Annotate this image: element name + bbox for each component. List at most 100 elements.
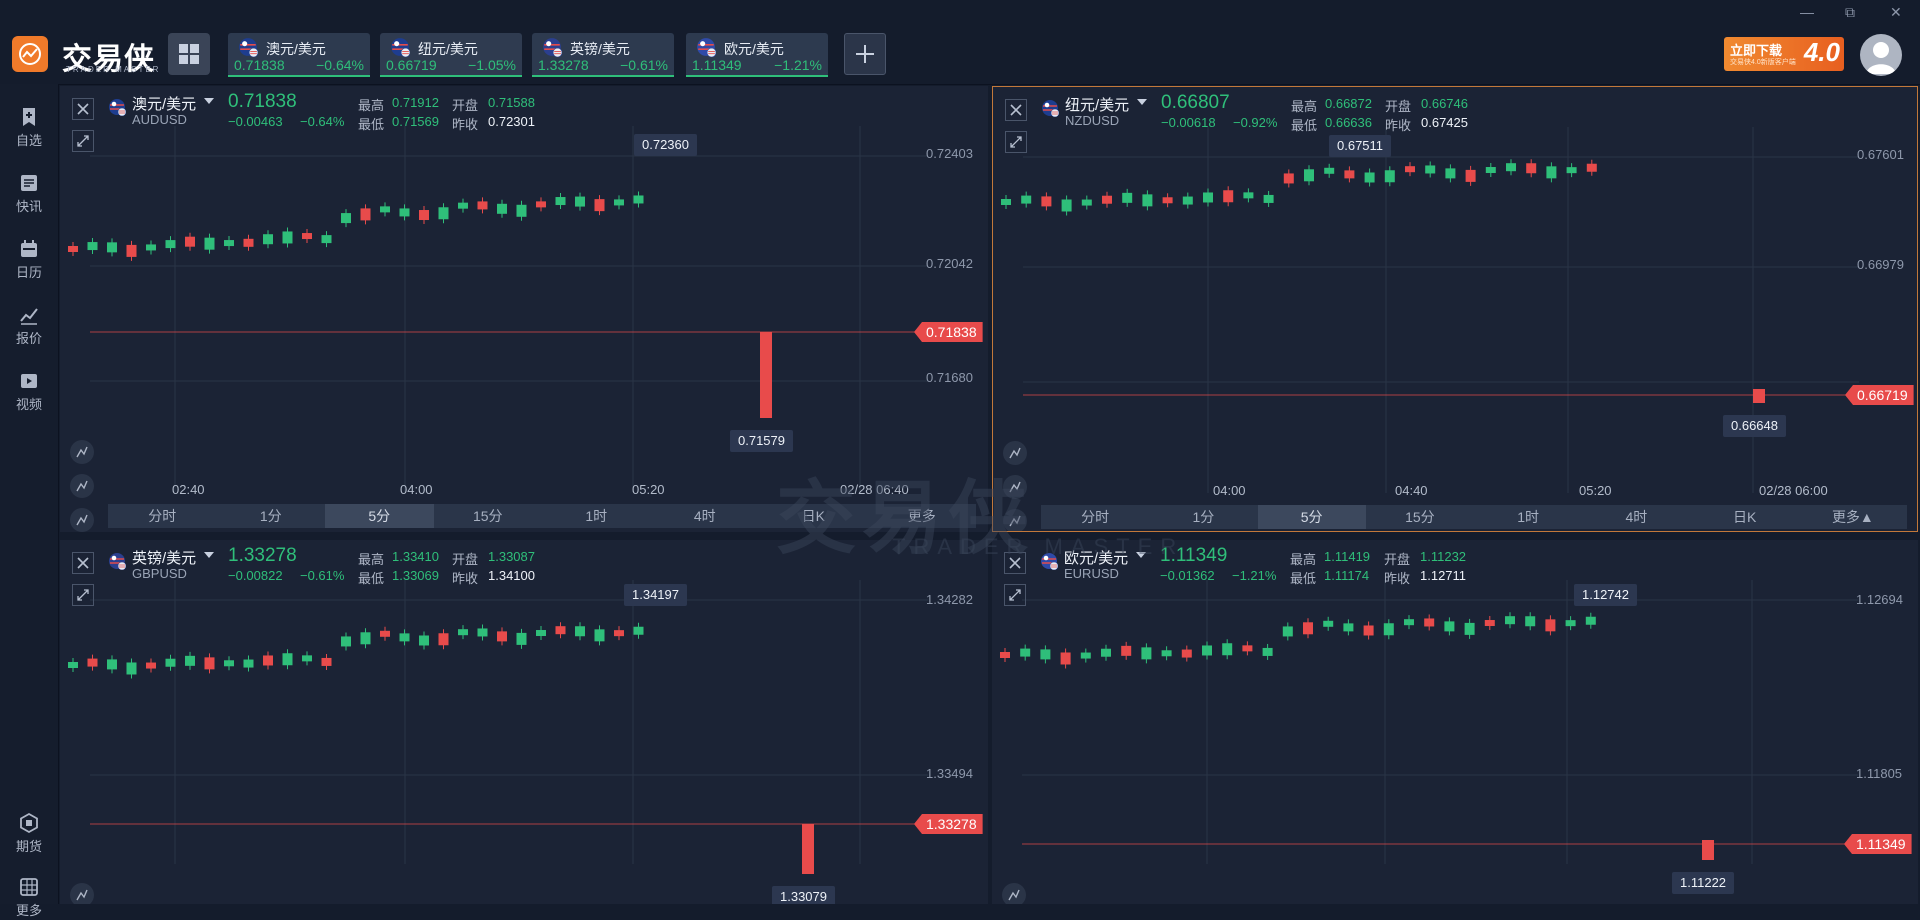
candlestick-chart[interactable] [993, 87, 1918, 532]
bookmark-plus-icon [0, 106, 58, 128]
pair-name[interactable]: 英镑/美元 [132, 547, 196, 568]
y-axis-label: 0.72042 [926, 256, 973, 271]
last-candle [760, 332, 772, 418]
chevron-down-icon[interactable] [204, 552, 214, 558]
pair-name[interactable]: 纽元/美元 [1065, 94, 1129, 115]
current-price-tag: 0.66719 [1845, 385, 1914, 405]
chart-tool-button[interactable] [70, 508, 94, 532]
price-change: −0.01362 [1160, 568, 1215, 583]
add-chart-button[interactable] [844, 33, 886, 75]
pair-code: AUDUSD [132, 112, 187, 127]
chevron-down-icon[interactable] [1136, 552, 1146, 558]
last-price: 1.11349 [1160, 545, 1228, 566]
layout-grid-button[interactable] [168, 33, 210, 75]
candlestick-chart[interactable] [60, 86, 988, 532]
period-option[interactable]: 4时 [651, 504, 760, 528]
indicator-icon [1009, 447, 1021, 459]
pair-name[interactable]: 欧元/美元 [1064, 547, 1128, 568]
sidebar-item-0[interactable]: 自选 [0, 94, 58, 150]
last-candle [1753, 389, 1765, 403]
minimize-icon[interactable]: — [1800, 4, 1814, 20]
pair-tab-price: 0.66719 [386, 57, 437, 73]
candlestick-chart[interactable] [60, 540, 988, 904]
chart-tool-button[interactable] [70, 883, 94, 904]
open-label: 开盘 [1385, 99, 1412, 114]
period-option[interactable]: 15分 [434, 504, 543, 528]
period-option[interactable]: 日K [759, 504, 868, 528]
last-candle [802, 824, 814, 874]
prev-close-label: 昨收 [452, 571, 479, 586]
close-panel-button[interactable] [1004, 552, 1026, 574]
chart-tool-button[interactable] [1002, 883, 1026, 904]
sidebar-item-6[interactable]: 更多 [0, 864, 58, 920]
period-selector: 分时 1分 5分 15分 1时 4时 日K 更多 [108, 504, 976, 528]
close-window-icon[interactable]: ✕ [1890, 4, 1902, 21]
chart-tool-button[interactable] [1003, 441, 1027, 465]
top-bar: — ⧉ ✕ 交易侠 TRADER MASTER 立即下载 交易侠4.0新版客户端… [0, 0, 1920, 85]
expand-panel-button[interactable] [1004, 584, 1026, 606]
close-panel-button[interactable] [1005, 99, 1027, 121]
chevron-down-icon[interactable] [1137, 99, 1147, 105]
expand-panel-button[interactable] [72, 584, 94, 606]
pair-tab[interactable]: 欧元/美元 1.11349 −1.21% [686, 33, 828, 77]
period-option[interactable]: 1分 [1149, 505, 1257, 529]
indicator-icon [1008, 889, 1020, 901]
user-avatar[interactable] [1860, 34, 1902, 76]
period-option[interactable]: 5分 [1257, 505, 1366, 529]
pair-tab[interactable]: 澳元/美元 0.71838 −0.64% [228, 33, 370, 77]
chart-tool-button[interactable] [1003, 509, 1027, 531]
sidebar-item-label: 更多 [15, 903, 42, 918]
sidebar-item-5[interactable]: 期货 [0, 800, 58, 856]
candlestick-chart[interactable] [992, 540, 1918, 904]
period-option[interactable]: 分时 [1041, 505, 1149, 529]
period-option[interactable]: 1分 [217, 504, 326, 528]
open-label: 开盘 [452, 98, 479, 113]
pair-name[interactable]: 澳元/美元 [132, 93, 196, 114]
period-option[interactable]: 分时 [108, 504, 217, 528]
period-option[interactable]: 日K [1691, 505, 1799, 529]
chart-panel-nzdusd[interactable]: 纽元/美元 NZDUSD 0.66807 −0.00618 −0.92% 最高 0.6687… [992, 86, 1918, 532]
period-option[interactable]: 更多 [868, 504, 977, 528]
close-panel-button[interactable] [72, 552, 94, 574]
pair-tab[interactable]: 英镑/美元 1.33278 −0.61% [532, 33, 674, 77]
open-label: 开盘 [452, 552, 479, 567]
pair-tab-name: 澳元/美元 [266, 41, 326, 57]
expand-panel-button[interactable] [72, 130, 94, 152]
flag-gb-icon [108, 552, 127, 573]
period-option[interactable]: 15分 [1366, 505, 1474, 529]
period-option[interactable]: 4时 [1582, 505, 1690, 529]
sidebar-item-2[interactable]: 日历 [0, 226, 58, 282]
download-promo-banner[interactable]: 立即下载 交易侠4.0新版客户端 4.0 [1724, 37, 1844, 71]
expand-panel-button[interactable] [1005, 131, 1027, 153]
pair-tab-change: −0.64% [316, 57, 364, 73]
high-value: 0.66872 [1325, 96, 1372, 111]
sidebar-item-label: 报价 [15, 331, 42, 346]
grid-layout-icon [179, 44, 199, 64]
period-option[interactable]: 更多▲ [1799, 505, 1907, 529]
indicator-icon [76, 889, 88, 901]
chevron-down-icon[interactable] [204, 98, 214, 104]
period-option[interactable]: 1时 [542, 504, 651, 528]
y-axis-label: 0.71680 [926, 370, 973, 385]
chart-panel-eurusd[interactable]: 欧元/美元 EURUSD 1.11349 −0.01362 −1.21% 最高 1.1141… [992, 540, 1918, 904]
pair-tab-change: −1.05% [468, 57, 516, 73]
restore-icon[interactable]: ⧉ [1845, 4, 1855, 21]
chart-panel-gbpusd[interactable]: 英镑/美元 GBPUSD 1.33278 −0.00822 −0.61% 最高 1.3341… [60, 540, 988, 904]
high-value: 1.33410 [392, 549, 439, 564]
y-axis-label: 0.72403 [926, 146, 973, 161]
chart-tool-button[interactable] [1003, 475, 1027, 499]
price-change-pct: −0.92% [1233, 115, 1278, 130]
close-panel-button[interactable] [72, 98, 94, 120]
high-label: 最高 [358, 98, 385, 113]
expand-icon [1010, 136, 1022, 148]
period-option[interactable]: 1时 [1474, 505, 1582, 529]
sidebar-item-1[interactable]: 快讯 [0, 160, 58, 216]
chart-tool-button[interactable] [70, 440, 94, 464]
chart-tool-button[interactable] [70, 474, 94, 498]
pair-tab[interactable]: 纽元/美元 0.66719 −1.05% [380, 33, 522, 77]
pair-tab-change: −0.61% [620, 57, 668, 73]
chart-panel-audusd[interactable]: 澳元/美元 AUDUSD 0.71838 −0.00463 −0.64% 最高 0.7191… [60, 86, 988, 532]
period-option[interactable]: 5分 [325, 504, 434, 528]
sidebar-item-4[interactable]: 视频 [0, 358, 58, 414]
sidebar-item-3[interactable]: 报价 [0, 292, 58, 348]
